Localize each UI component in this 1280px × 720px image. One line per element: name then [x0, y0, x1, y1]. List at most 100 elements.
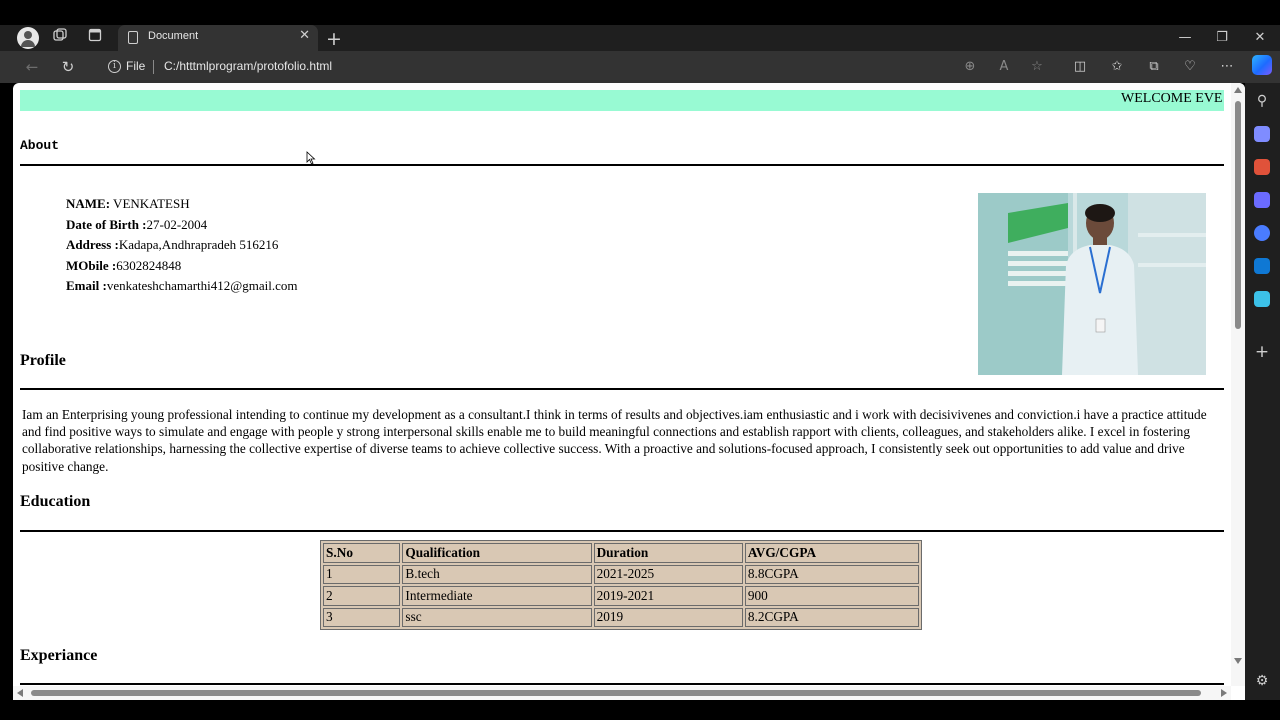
url-separator: [153, 60, 154, 74]
tab-document[interactable]: Document ✕: [118, 25, 318, 51]
page-viewport: WELCOME EVE About NAME: VENKATESH Date o…: [13, 83, 1245, 700]
sidebar-settings-icon[interactable]: ⚙: [1254, 673, 1270, 689]
welcome-marquee: WELCOME EVE: [20, 90, 1224, 111]
portfolio-page: WELCOME EVE About NAME: VENKATESH Date o…: [13, 83, 1231, 686]
table-cell: B.tech: [402, 564, 592, 584]
sidebar-games-icon[interactable]: [1254, 192, 1270, 208]
detail-mobile: MObile :6302824848: [66, 256, 297, 277]
divider-profile: [20, 388, 1224, 390]
detail-label: Address :: [66, 237, 119, 252]
workspaces-svg: [53, 28, 67, 41]
experience-heading: Experiance: [20, 647, 98, 664]
address-bar: ← ↻ i File C:/htttmlprogram/protofolio.h…: [0, 51, 1280, 83]
sidebar-outlook-icon[interactable]: [1254, 258, 1270, 274]
url-bar[interactable]: i File C:/htttmlprogram/protofolio.html: [96, 54, 906, 80]
minimize-icon[interactable]: —: [1174, 27, 1196, 49]
detail-label: Date of Birth :: [66, 216, 147, 232]
tab-actions-icon[interactable]: [84, 28, 106, 50]
divider-education: [20, 530, 1224, 532]
profile-avatar-icon[interactable]: [17, 27, 39, 49]
detail-name: NAME: VENKATESH: [66, 194, 297, 215]
url-scheme-label: File: [126, 59, 146, 73]
tab-title: Document: [148, 30, 199, 42]
favorites-icon[interactable]: ✩: [1106, 56, 1128, 78]
mouse-cursor-icon: [306, 151, 316, 165]
sidebar-drop-icon[interactable]: [1254, 291, 1270, 307]
table-row: 1 B.tech 2021-2025 8.8CGPA: [323, 564, 919, 584]
table-header: S.No: [323, 543, 401, 563]
scroll-up-icon[interactable]: [1234, 87, 1242, 93]
divider-about: [20, 164, 1224, 166]
table-cell: ssc: [402, 607, 592, 627]
scroll-right-icon[interactable]: [1221, 689, 1227, 697]
horizontal-scroll-thumb[interactable]: [31, 690, 1201, 696]
profile-heading: Profile: [20, 352, 66, 369]
copilot-icon[interactable]: [1252, 55, 1272, 75]
table-cell: 2019: [593, 607, 743, 627]
profile-photo: [978, 193, 1206, 375]
split-screen-icon[interactable]: ◫: [1069, 56, 1091, 78]
tab-close-icon[interactable]: ✕: [299, 28, 310, 43]
table-header: Duration: [593, 543, 743, 563]
marquee-text: WELCOME EVE: [1121, 91, 1223, 106]
detail-value: 6302824848: [116, 257, 182, 273]
workspaces-icon[interactable]: [49, 28, 71, 50]
table-header: AVG/CGPA: [744, 543, 919, 563]
divider-experience: [20, 683, 1224, 685]
table-cell: 2: [323, 586, 401, 606]
title-bar: Document ✕ + — ❐ ✕: [0, 25, 1280, 51]
url-text[interactable]: C:/htttmlprogram/protofolio.html: [164, 59, 332, 73]
personal-details: NAME: VENKATESH Date of Birth :27-02-200…: [66, 194, 297, 297]
detail-label: Email :: [66, 278, 107, 293]
vertical-scroll-thumb[interactable]: [1235, 101, 1241, 329]
sidebar-tools-icon[interactable]: [1254, 159, 1270, 175]
vertical-scrollbar[interactable]: [1231, 83, 1245, 686]
detail-label: MObile :: [66, 257, 117, 273]
new-tab-icon[interactable]: +: [323, 28, 345, 50]
table-cell: 900: [744, 586, 919, 606]
table-cell: 8.2CGPA: [744, 607, 919, 627]
education-heading: Education: [20, 493, 91, 510]
detail-value: 27-02-2004: [146, 216, 208, 232]
table-cell: 1: [323, 564, 401, 584]
table-cell: 8.8CGPA: [744, 564, 919, 584]
zoom-icon[interactable]: ⊕: [959, 56, 981, 78]
edge-sidebar: ⚲ + ⚙: [1245, 83, 1280, 700]
browser-essentials-icon[interactable]: ♡: [1179, 56, 1201, 78]
document-icon: [128, 31, 138, 44]
detail-value: venkateshchamarthi412@gmail.com: [106, 278, 298, 293]
sidebar-shopping-icon[interactable]: [1254, 126, 1270, 142]
profile-photo-svg: [978, 193, 1206, 375]
read-aloud-icon[interactable]: A: [993, 56, 1015, 78]
sidebar-copilot-icon[interactable]: [1254, 225, 1270, 241]
table-cell: 3: [323, 607, 401, 627]
info-icon[interactable]: i: [108, 60, 121, 73]
detail-address: Address :Kadapa,Andhrapradeh 516216: [66, 235, 297, 256]
detail-value: Kadapa,Andhrapradeh 516216: [118, 237, 279, 252]
tab-actions-svg: [88, 28, 102, 42]
table-header-row: S.No Qualification Duration AVG/CGPA: [323, 543, 919, 563]
detail-email: Email :venkateshchamarthi412@gmail.com: [66, 276, 297, 297]
detail-dob: Date of Birth :27-02-2004: [66, 215, 297, 236]
table-row: 3 ssc 2019 8.2CGPA: [323, 607, 919, 627]
favorite-star-icon[interactable]: ☆: [1026, 56, 1048, 78]
scroll-down-icon[interactable]: [1234, 658, 1242, 664]
detail-value: VENKATESH: [110, 196, 190, 211]
more-icon[interactable]: ⋯: [1216, 56, 1238, 78]
restore-icon[interactable]: ❐: [1211, 27, 1233, 49]
sidebar-add-icon[interactable]: +: [1254, 344, 1270, 361]
sidebar-search-icon[interactable]: ⚲: [1254, 93, 1270, 109]
reload-icon[interactable]: ↻: [57, 56, 79, 78]
scroll-left-icon[interactable]: [17, 689, 23, 697]
window-close-icon[interactable]: ✕: [1249, 27, 1271, 49]
horizontal-scrollbar[interactable]: [13, 686, 1231, 700]
detail-label: NAME:: [66, 196, 111, 211]
about-heading: About: [20, 138, 60, 153]
table-cell: 2021-2025: [593, 564, 743, 584]
table-cell: Intermediate: [402, 586, 592, 606]
table-row: 2 Intermediate 2019-2021 900: [323, 586, 919, 606]
back-icon[interactable]: ←: [21, 56, 43, 78]
table-header: Qualification: [402, 543, 592, 563]
collections-icon[interactable]: ⧉: [1143, 56, 1165, 78]
education-table: S.No Qualification Duration AVG/CGPA 1 B…: [320, 540, 922, 630]
